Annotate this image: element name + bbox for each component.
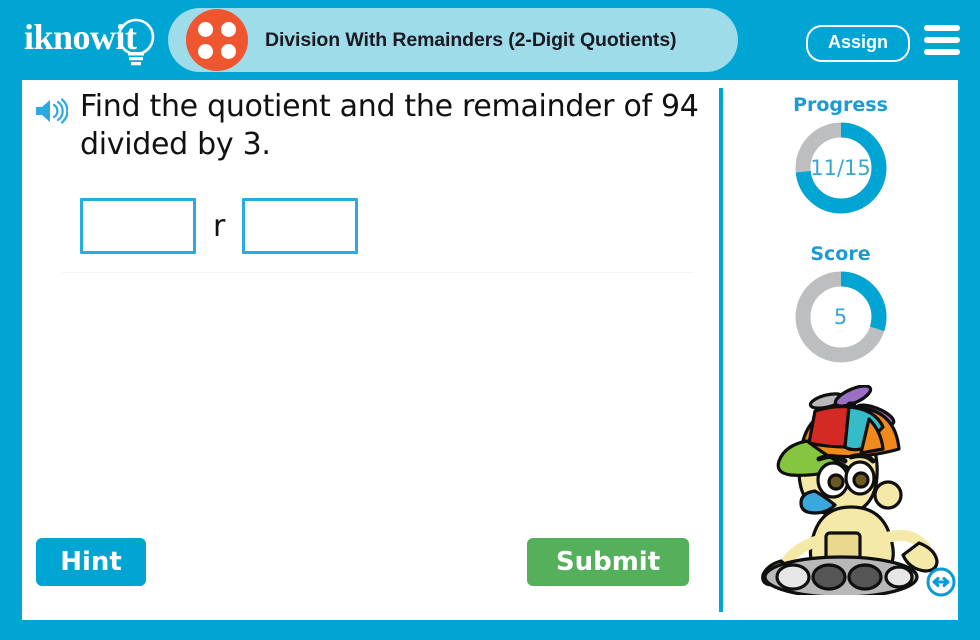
iknowit-logo[interactable]: iknowit — [22, 14, 167, 70]
app-header: iknowit Division With Remainders (2-Digi… — [0, 0, 980, 80]
remainder-separator-label: r — [213, 208, 226, 244]
speaker-audio-icon[interactable] — [34, 96, 68, 126]
progress-meter: Progress 11/15 — [723, 94, 958, 216]
lightbulb-icon — [117, 18, 155, 66]
hamburger-menu-icon[interactable] — [924, 24, 960, 56]
question-text: Find the quotient and the remainder of 9… — [80, 89, 699, 163]
lesson-card: Find the quotient and the remainder of 9… — [22, 80, 958, 620]
robot-mascot-icon — [761, 385, 939, 595]
quotient-input[interactable] — [80, 198, 196, 254]
lesson-title-banner: Division With Remainders (2-Digit Quotie… — [168, 8, 738, 72]
status-sidebar: Progress 11/15 Score 5 — [723, 80, 958, 620]
remainder-input[interactable] — [242, 198, 359, 254]
assign-button[interactable]: Assign — [805, 25, 910, 62]
dice-four-icon — [186, 9, 248, 71]
submit-button[interactable]: Submit — [527, 538, 689, 586]
answer-input-row: r — [80, 198, 359, 254]
score-ring: 5 — [793, 269, 889, 365]
horizontal-divider — [62, 272, 694, 273]
app-window: iknowit Division With Remainders (2-Digi… — [0, 0, 980, 640]
progress-value: 11/15 — [810, 156, 871, 180]
score-meter: Score 5 — [723, 243, 958, 365]
score-label: Score — [810, 243, 871, 265]
hint-button[interactable]: Hint — [36, 538, 146, 586]
progress-label: Progress — [793, 94, 888, 116]
left-right-arrow-icon[interactable] — [926, 567, 956, 597]
lesson-title: Division With Remainders (2-Digit Quotie… — [265, 28, 677, 51]
progress-ring: 11/15 — [793, 120, 889, 216]
score-value: 5 — [833, 305, 848, 329]
